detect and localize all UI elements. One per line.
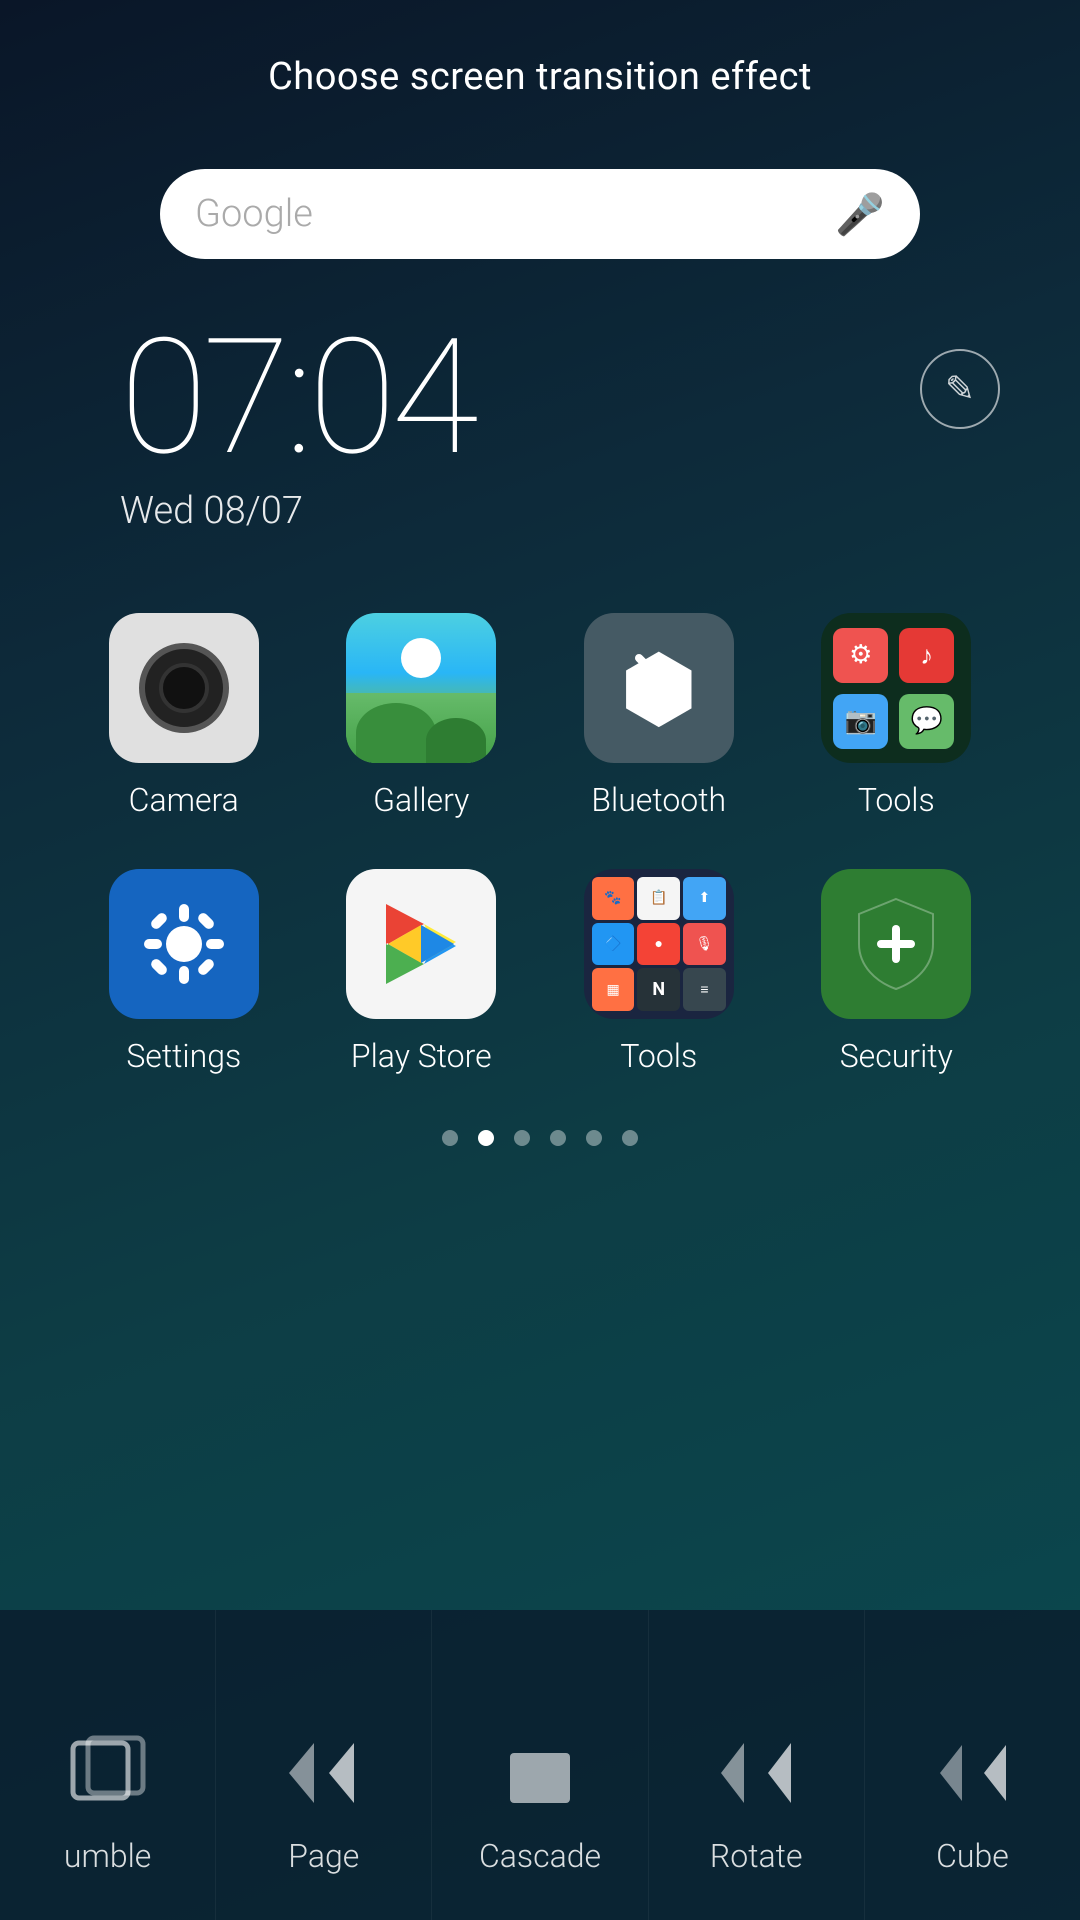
page-icon (284, 1733, 364, 1813)
transition-rotate[interactable]: Rotate (649, 1610, 865, 1920)
transition-cascade[interactable]: Cascade (432, 1610, 648, 1920)
security-icon (851, 894, 941, 994)
transition-label-page: Page (288, 1837, 359, 1875)
dot-0[interactable] (442, 1130, 458, 1146)
header-title: Choose screen transition effect (0, 0, 1080, 99)
app-label-playstore: Play Store (351, 1037, 492, 1075)
cascade-icon (500, 1733, 580, 1813)
dot-3[interactable] (550, 1130, 566, 1146)
rotate-icon (716, 1733, 796, 1813)
app-label-tools: Tools (858, 781, 935, 819)
app-item-playstore[interactable]: Play Store (318, 869, 526, 1075)
app-label-security: Security (840, 1037, 953, 1075)
search-bar[interactable]: Google 🎤 (160, 169, 920, 259)
app-label-settings: Settings (126, 1037, 241, 1075)
app-item-camera[interactable]: Camera (80, 613, 288, 819)
search-text: Google (195, 192, 835, 236)
app-item-tools[interactable]: ⚙ ♪ 📷 💬 Tools (793, 613, 1001, 819)
transition-label-cascade: Cascade (479, 1837, 601, 1875)
playstore-icon (376, 899, 466, 989)
page-indicators (0, 1130, 1080, 1146)
settings-icon (139, 899, 229, 989)
cube-icon (932, 1733, 1012, 1813)
transition-label-rotate: Rotate (710, 1837, 803, 1875)
app-item-gallery[interactable]: Gallery (318, 613, 526, 819)
transition-tumble[interactable]: umble (0, 1610, 216, 1920)
dot-5[interactable] (622, 1130, 638, 1146)
transition-cube[interactable]: Cube (865, 1610, 1080, 1920)
app-label-bluetooth: Bluetooth (591, 781, 726, 819)
transition-label-tumble: umble (64, 1837, 151, 1875)
transition-label-cube: Cube (936, 1837, 1009, 1875)
transitions-bar: umble Page Cascade Rotate (0, 1610, 1080, 1920)
app-label-gallery: Gallery (373, 781, 469, 819)
dot-4[interactable] (586, 1130, 602, 1146)
app-label-tools2: Tools (620, 1037, 697, 1075)
edit-icon: ✎ (945, 368, 975, 410)
app-item-bluetooth[interactable]: ⬢ Bluetooth (555, 613, 763, 819)
app-item-settings[interactable]: Settings (80, 869, 288, 1075)
bluetooth-symbol-svg (619, 643, 699, 733)
dot-1[interactable] (478, 1130, 494, 1146)
clock-time: 07:04 (120, 319, 474, 479)
app-item-tools2[interactable]: 🐾 📋 ⬆ 🔷 ● 🎙 ▦ N ≡ Tools (555, 869, 763, 1075)
app-item-security[interactable]: Security (793, 869, 1001, 1075)
mic-icon[interactable]: 🎤 (835, 191, 885, 238)
transition-page[interactable]: Page (216, 1610, 432, 1920)
dot-2[interactable] (514, 1130, 530, 1146)
edit-button[interactable]: ✎ (920, 349, 1000, 429)
app-label-camera: Camera (129, 781, 239, 819)
clock-date: Wed 08/07 (120, 489, 474, 533)
tumble-icon (68, 1733, 148, 1813)
